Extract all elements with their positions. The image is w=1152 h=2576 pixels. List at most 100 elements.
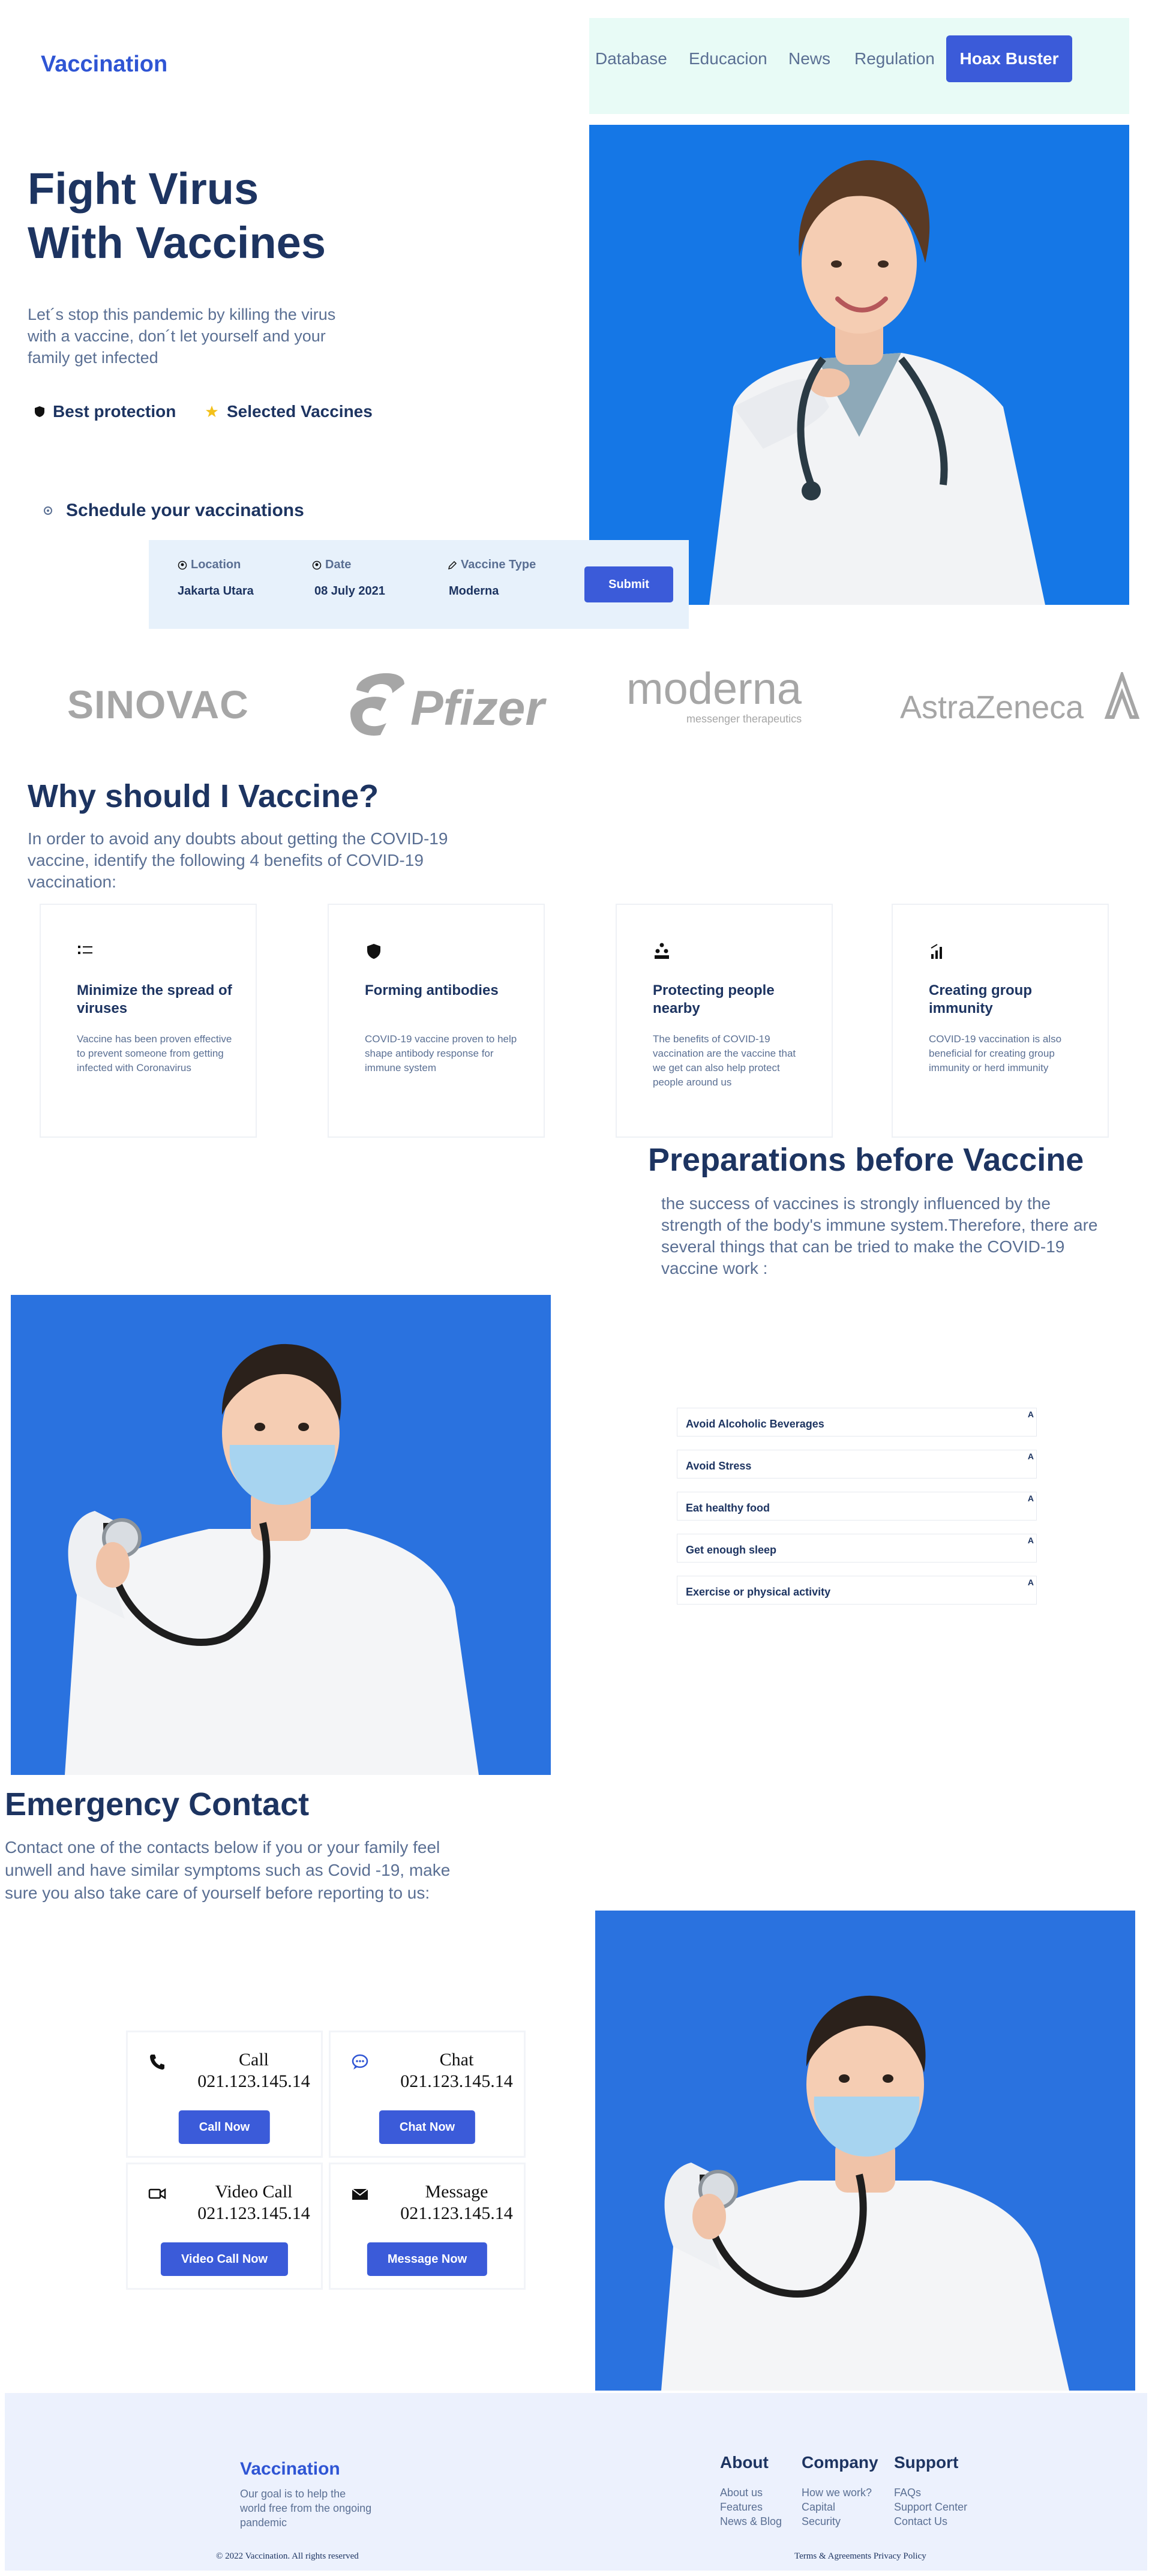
- contact-number: 021.123.145.14: [400, 2071, 513, 2091]
- footer-logo[interactable]: Vaccination: [240, 2459, 340, 2479]
- feature-best-protection: Best protection: [35, 402, 176, 421]
- calendar-icon: [312, 560, 322, 569]
- benefit-card: Minimize the spread of viruses Vaccine h…: [40, 904, 257, 1138]
- footer-company-title: Company: [802, 2453, 878, 2472]
- why-title: Why should I Vaccine?: [28, 778, 379, 814]
- contact-number: 021.123.145.14: [400, 2203, 513, 2223]
- contact-label: Message: [425, 2182, 488, 2202]
- footer-about-links: About us Features News & Blog: [720, 2485, 782, 2529]
- video-call-now-button[interactable]: Video Call Now: [160, 2242, 289, 2276]
- video-icon: [148, 2188, 166, 2200]
- astrazeneca-text: AstraZeneca: [900, 689, 1084, 725]
- contact-title: Call 021.123.145.14: [194, 2049, 314, 2092]
- astrazeneca-logo: AstraZeneca: [900, 672, 1140, 726]
- prep-item-alcohol[interactable]: Avoid Alcoholic Beverages A: [677, 1408, 1037, 1437]
- footer-link[interactable]: Capital: [802, 2500, 872, 2514]
- footer-support-title: Support: [894, 2453, 959, 2472]
- chat-icon: [352, 2054, 368, 2070]
- nav-news[interactable]: News: [788, 49, 830, 68]
- prep-item-stress[interactable]: Avoid Stress A: [677, 1450, 1037, 1479]
- contact-card-video: Video Call 021.123.145.14 Video Call Now: [126, 2163, 323, 2290]
- date-label: Date: [312, 558, 351, 572]
- contact-card-chat: Chat 021.123.145.14 Chat Now: [329, 2031, 526, 2158]
- site-logo[interactable]: Vaccination: [41, 52, 167, 77]
- footer-support-links: FAQs Support Center Contact Us: [894, 2485, 967, 2529]
- contact-title: Chat 021.123.145.14: [397, 2049, 517, 2092]
- moderna-logo: moderna messenger therapeutics: [626, 665, 806, 725]
- contact-title: Message 021.123.145.14: [397, 2181, 517, 2224]
- footer-company-links: How we work? Capital Security: [802, 2485, 872, 2529]
- preparations-description: the success of vaccines is strongly infl…: [661, 1194, 1098, 1277]
- astrazeneca-mark-icon: [1104, 672, 1140, 719]
- benefit-title: Protecting people nearby: [653, 982, 775, 1016]
- benefit-card: Forming antibodies COVID-19 vaccine prov…: [328, 904, 545, 1138]
- vaccine-type-value[interactable]: Moderna: [449, 584, 499, 598]
- star-icon: [205, 405, 218, 418]
- contact-label: Call: [239, 2050, 269, 2070]
- footer-tagline: Our goal is to help the world free from …: [240, 2488, 372, 2529]
- nav-regulation[interactable]: Regulation: [854, 49, 935, 68]
- prep-item-label: Avoid Stress: [686, 1460, 752, 1472]
- doctor-stethoscope-image-2: [595, 1911, 1135, 2391]
- pfizer-mark-icon: [350, 673, 404, 736]
- doctor-stethoscope-image: [11, 1295, 551, 1775]
- shield-icon: [35, 406, 44, 417]
- contact-title: Video Call 021.123.145.14: [194, 2181, 314, 2224]
- nav-database[interactable]: Database: [595, 49, 667, 68]
- shield-icon: [367, 944, 380, 959]
- footer-about-title: About: [720, 2453, 769, 2472]
- footer-link[interactable]: Support Center: [894, 2500, 967, 2514]
- signal-icon: [931, 944, 942, 959]
- footer: Vaccination Our goal is to help the worl…: [5, 2393, 1147, 2571]
- submit-button[interactable]: Submit: [584, 566, 673, 602]
- date-value[interactable]: 08 July 2021: [314, 584, 385, 598]
- moderna-subtext: messenger therapeutics: [686, 713, 802, 725]
- footer-link[interactable]: Features: [720, 2500, 782, 2514]
- hero-title: Fight Virus With Vaccines: [28, 162, 326, 270]
- feature-label: Selected Vaccines: [227, 402, 373, 421]
- footer-link[interactable]: Security: [802, 2514, 872, 2529]
- contact-card-message: Message 021.123.145.14 Message Now: [329, 2163, 526, 2290]
- emergency-title: Emergency Contact: [5, 1786, 310, 1822]
- prep-item-label: Exercise or physical activity: [686, 1586, 831, 1598]
- preparations-title: Preparations before Vaccine: [648, 1142, 1084, 1178]
- vaccine-label-text: Vaccine Type: [461, 558, 536, 571]
- location-label: Location: [178, 558, 241, 572]
- contact-number: 021.123.145.14: [197, 2071, 310, 2091]
- benefit-title: Creating group immunity: [929, 982, 1032, 1016]
- schedule-form: Location Jakarta Utara Date 08 July 2021…: [149, 540, 689, 629]
- hero-description: Let´s stop this pandemic by killing the …: [28, 305, 336, 367]
- hoax-buster-button[interactable]: Hoax Buster: [946, 35, 1072, 82]
- list-icon: [78, 946, 92, 954]
- hero-title-line1: Fight Virus: [28, 164, 259, 214]
- chevron-icon: A: [1027, 1410, 1034, 1419]
- benefit-text: Vaccine has been proven effective to pre…: [77, 1033, 232, 1073]
- prep-item-label: Eat healthy food: [686, 1502, 770, 1514]
- footer-link[interactable]: Contact Us: [894, 2514, 967, 2529]
- vaccine-type-label: Vaccine Type: [448, 558, 536, 572]
- benefit-text: COVID-19 vaccine proven to help shape an…: [365, 1033, 517, 1073]
- footer-link[interactable]: FAQs: [894, 2485, 967, 2500]
- phone-icon: [150, 2055, 164, 2070]
- footer-link[interactable]: About us: [720, 2485, 782, 2500]
- circle-icon: [44, 506, 52, 515]
- people-icon: [655, 943, 669, 959]
- contact-label: Chat: [439, 2050, 474, 2070]
- benefit-title: Forming antibodies: [365, 982, 499, 998]
- hero-title-line2: With Vaccines: [28, 218, 326, 268]
- prep-item-exercise[interactable]: Exercise or physical activity A: [677, 1576, 1037, 1605]
- feature-label: Best protection: [53, 402, 176, 421]
- chat-now-button[interactable]: Chat Now: [379, 2110, 476, 2144]
- prep-item-label: Avoid Alcoholic Beverages: [686, 1418, 824, 1430]
- moderna-text: moderna: [626, 664, 802, 713]
- pfizer-text: Pfizer: [410, 681, 545, 736]
- footer-link[interactable]: News & Blog: [720, 2514, 782, 2529]
- location-value[interactable]: Jakarta Utara: [178, 584, 254, 598]
- nav-educacion[interactable]: Educacion: [689, 49, 767, 68]
- legal-links[interactable]: Terms & Agreements Privacy Policy: [794, 2551, 926, 2562]
- footer-link[interactable]: How we work?: [802, 2485, 872, 2500]
- prep-item-sleep[interactable]: Get enough sleep A: [677, 1534, 1037, 1563]
- message-now-button[interactable]: Message Now: [367, 2242, 488, 2276]
- prep-item-food[interactable]: Eat healthy food A: [677, 1492, 1037, 1521]
- call-now-button[interactable]: Call Now: [178, 2110, 271, 2144]
